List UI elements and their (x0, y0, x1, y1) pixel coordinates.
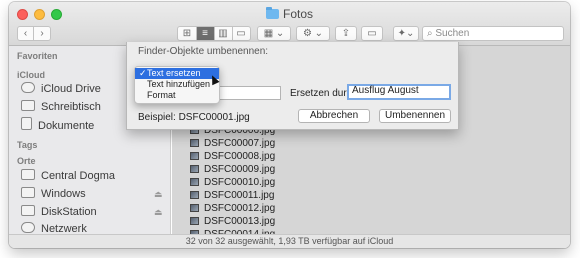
group-button[interactable]: ▦ ⌄ (257, 26, 291, 41)
rename-dialog-title: Finder-Objekte umbenennen: (138, 46, 269, 57)
menu-item-add-text[interactable]: Text hinzufügen (135, 79, 219, 90)
icon-view-button[interactable]: ⊞ (179, 27, 197, 40)
file-name: DSFC00013.jpg (204, 216, 276, 227)
find-text-field[interactable] (215, 86, 281, 100)
window-title-text: Fotos (282, 7, 313, 21)
file-name: DSFC00007.jpg (204, 138, 276, 149)
menu-item-replace-text[interactable]: ✓Text ersetzen (135, 68, 219, 79)
file-name: DSFC00010.jpg (204, 177, 276, 188)
gallery-view-button[interactable]: ▭ (233, 27, 250, 40)
sidebar-item-label: Central Dogma (41, 170, 115, 182)
table-row[interactable]: DSFC00011.jpg (172, 189, 570, 202)
rename-button[interactable]: Umbenennen (379, 109, 451, 123)
image-thumbnail-icon (190, 178, 199, 186)
file-name: DSFC00011.jpg (204, 190, 275, 201)
dropbox-button[interactable]: ✦⌄ (393, 26, 419, 41)
sidebar-item-icloud-drive[interactable]: iCloud Drive (21, 81, 101, 97)
sidebar-heading-tags: Tags (17, 140, 38, 150)
tag-icon: ▭ (367, 28, 377, 39)
image-thumbnail-icon (190, 152, 199, 160)
table-row[interactable]: DSFC00013.jpg (172, 215, 570, 228)
table-row[interactable]: DSFC00009.jpg (172, 163, 570, 176)
sidebar-heading-icloud: iCloud (17, 70, 45, 80)
menu-item-label: Text ersetzen (147, 68, 201, 78)
sidebar-item-diskstation[interactable]: DiskStation (21, 204, 97, 220)
sidebar-heading-places: Orte (17, 156, 36, 166)
menu-item-label: Text hinzufügen (147, 79, 211, 89)
example-text: Beispiel: DSFC00001.jpg (138, 112, 250, 123)
view-mode-control: ⊞ ≡ ▥ ▭ (177, 26, 251, 41)
status-bar: 32 von 32 ausgewählt, 1,93 TB verfügbar … (9, 234, 570, 248)
finder-window: Fotos ‹ › ⊞ ≡ ▥ ▭ ▦ ⌄ ⚙ ⌄ ⇪ ▭ ✦⌄ ⌕ Suchen Fa… (9, 2, 570, 248)
table-row[interactable]: DSFC00010.jpg (172, 176, 570, 189)
eject-icon[interactable]: ⏏ (154, 189, 163, 200)
rename-mode-menu: ✓Text ersetzen Text hinzufügen Format (134, 66, 220, 104)
titlebar: Fotos ‹ › ⊞ ≡ ▥ ▭ ▦ ⌄ ⚙ ⌄ ⇪ ▭ ✦⌄ ⌕ Suchen (9, 2, 570, 46)
image-thumbnail-icon (190, 204, 199, 212)
image-thumbnail-icon (190, 191, 199, 199)
cloud-icon (21, 82, 35, 93)
sidebar-heading-favorites: Favoriten (17, 51, 58, 61)
column-view-button[interactable]: ▥ (215, 27, 233, 40)
group-icon: ▦ ⌄ (263, 28, 285, 39)
document-icon (21, 117, 32, 130)
eject-icon[interactable]: ⏏ (154, 207, 163, 218)
replace-text-field[interactable]: Ausflug August (347, 84, 451, 100)
tag-button[interactable]: ▭ (361, 26, 383, 41)
window-title: Fotos (9, 7, 570, 21)
menu-item-format[interactable]: Format (135, 90, 219, 101)
drive-icon (21, 187, 35, 198)
menu-item-label: Format (147, 90, 176, 100)
image-thumbnail-icon (190, 217, 199, 225)
globe-icon (21, 222, 35, 233)
sidebar-item-windows[interactable]: Windows (21, 186, 86, 202)
action-button[interactable]: ⚙ ⌄ (296, 26, 330, 41)
search-placeholder: Suchen (435, 28, 470, 39)
search-field[interactable]: ⌕ Suchen (422, 26, 564, 41)
table-row[interactable]: DSFC00012.jpg (172, 202, 570, 215)
back-forward-control: ‹ › (17, 26, 51, 41)
file-name: DSFC00008.jpg (204, 151, 276, 162)
file-name: DSFC00012.jpg (204, 203, 276, 214)
sidebar-item-documents[interactable]: Dokumente (21, 117, 94, 133)
image-thumbnail-icon (190, 165, 199, 173)
dropbox-icon: ✦⌄ (397, 28, 415, 39)
forward-button[interactable]: › (34, 27, 50, 40)
share-icon: ⇪ (341, 28, 351, 39)
sidebar-item-label: DiskStation (41, 206, 97, 218)
image-thumbnail-icon (190, 139, 199, 147)
sidebar-item-central-dogma[interactable]: Central Dogma (21, 168, 115, 184)
table-row[interactable]: DSFC00008.jpg (172, 150, 570, 163)
desktop-icon (21, 100, 35, 111)
folder-icon (265, 7, 279, 19)
gear-icon: ⚙ ⌄ (302, 28, 324, 39)
checkmark-icon: ✓ (139, 68, 147, 78)
table-row[interactable]: DSFC00007.jpg (172, 137, 570, 150)
cancel-button[interactable]: Abbrechen (298, 109, 370, 123)
sidebar-item-label: Dokumente (38, 120, 95, 132)
network-drive-icon (21, 205, 35, 216)
sidebar-item-label: Schreibtisch (41, 101, 101, 113)
file-name: DSFC00009.jpg (204, 164, 276, 175)
sidebar-item-label: Windows (41, 188, 86, 200)
back-button[interactable]: ‹ (18, 27, 34, 40)
sidebar-item-desktop[interactable]: Schreibtisch (21, 99, 101, 115)
computer-icon (21, 169, 35, 180)
share-button[interactable]: ⇪ (335, 26, 357, 41)
sidebar-item-label: iCloud Drive (41, 83, 101, 95)
list-view-button[interactable]: ≡ (196, 27, 215, 40)
